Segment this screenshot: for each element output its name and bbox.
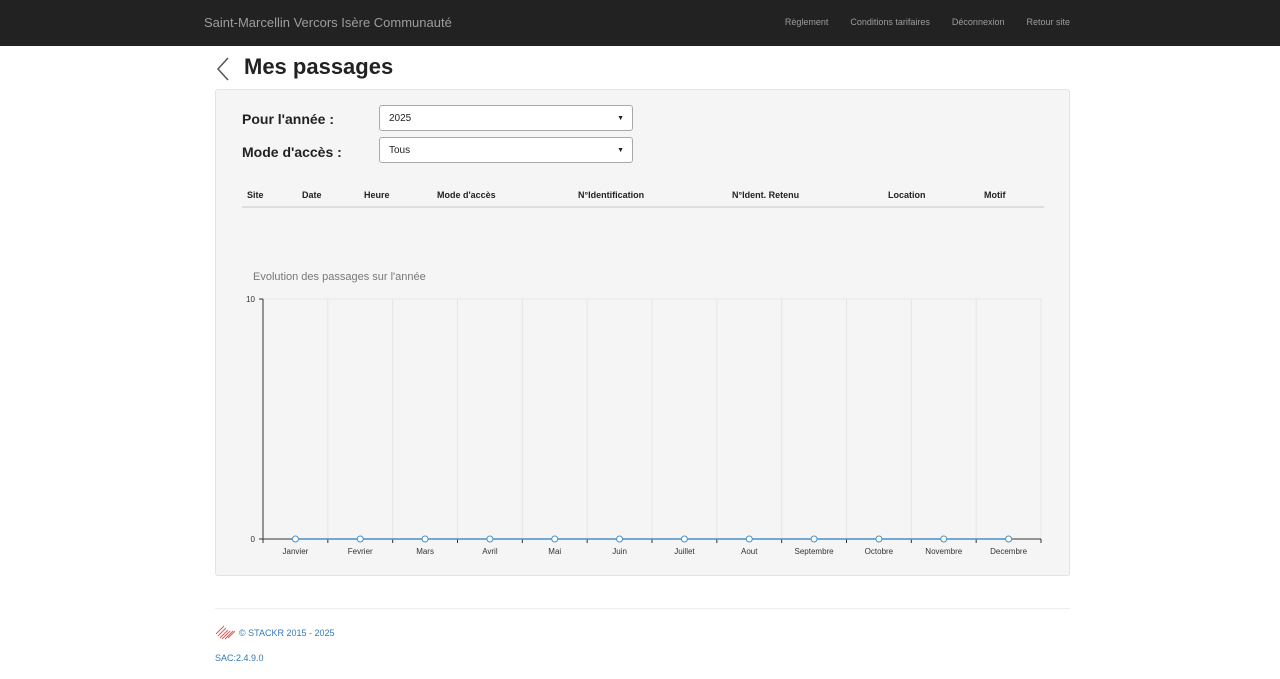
chart-x-tick-label: Avril: [482, 547, 498, 556]
chart-y-tick-label: 10: [246, 295, 255, 304]
mode-select[interactable]: Tous ▼: [379, 137, 633, 163]
chevron-left-icon[interactable]: [215, 56, 231, 82]
chart-data-point: [1005, 535, 1013, 543]
nav-link-reglement[interactable]: Règlement: [785, 17, 829, 27]
chart-data-point: [680, 535, 688, 543]
passages-panel: Pour l'année : 2025 ▼ Mode d'accès : Tou…: [215, 89, 1070, 576]
footer-divider: [215, 608, 1070, 609]
column-header-heure[interactable]: Heure: [364, 190, 390, 200]
brand-title[interactable]: Saint-Marcellin Vercors Isère Communauté: [204, 15, 452, 30]
nav-link-retour-site[interactable]: Retour site: [1026, 17, 1070, 27]
top-navbar: Saint-Marcellin Vercors Isère Communauté…: [0, 0, 1280, 46]
mode-select-value: Tous: [389, 145, 411, 156]
chart-data-point: [421, 535, 429, 543]
chart-x-tick-label: Septembre: [795, 547, 835, 556]
chart-data-point: [875, 535, 883, 543]
chart-x-tick-label: Decembre: [990, 547, 1027, 556]
mode-label: Mode d'accès :: [242, 144, 342, 160]
chart-title: Evolution des passages sur l'année: [253, 271, 426, 283]
nav-links: Règlement Conditions tarifaires Déconnex…: [763, 17, 1070, 27]
dropdown-caret-icon: ▼: [617, 115, 624, 122]
chart-y-tick-label: 0: [251, 535, 256, 544]
chart-x-tick-label: Mai: [548, 547, 561, 556]
column-header-date[interactable]: Date: [302, 190, 322, 200]
chart-data-point: [940, 535, 948, 543]
column-header-ident-retenu[interactable]: N°Ident. Retenu: [732, 190, 799, 200]
chart-x-tick-label: Fevrier: [348, 547, 373, 556]
footer-version: SAC:2.4.9.0: [215, 653, 264, 663]
column-header-identification[interactable]: N°Identification: [578, 190, 644, 200]
footer-copyright[interactable]: © STACKR 2015 - 2025: [239, 628, 335, 638]
chart-x-tick-label: Juillet: [674, 547, 695, 556]
chart-x-tick-label: Aout: [741, 547, 758, 556]
chart-x-tick-label: Janvier: [283, 547, 309, 556]
chart-data-point: [616, 535, 624, 543]
stackr-logo-icon: [215, 625, 236, 640]
chart-x-tick-label: Mars: [416, 547, 434, 556]
chart-data-point: [486, 535, 494, 543]
column-header-motif[interactable]: Motif: [984, 190, 1006, 200]
nav-link-deconnexion[interactable]: Déconnexion: [952, 17, 1005, 27]
chart-data-point: [551, 535, 559, 543]
column-header-mode-acces[interactable]: Mode d'accès: [437, 190, 496, 200]
chart-x-tick-label: Octobre: [865, 547, 894, 556]
chart-data-point: [810, 535, 818, 543]
column-header-site[interactable]: Site: [247, 190, 264, 200]
year-label: Pour l'année :: [242, 111, 335, 127]
nav-link-conditions-tarifaires[interactable]: Conditions tarifaires: [850, 17, 930, 27]
year-select-value: 2025: [389, 113, 412, 124]
dropdown-caret-icon: ▼: [617, 147, 624, 154]
chart-data-point: [356, 535, 364, 543]
year-select[interactable]: 2025 ▼: [379, 105, 633, 131]
passages-table-header: Site Date Heure Mode d'accès N°Identific…: [242, 186, 1044, 208]
page-title: Mes passages: [244, 54, 394, 79]
column-header-location[interactable]: Location: [888, 190, 926, 200]
chart-data-point: [745, 535, 753, 543]
chart-x-tick-label: Juin: [612, 547, 627, 556]
chart-x-tick-label: Novembre: [925, 547, 962, 556]
chart-data-point: [291, 535, 299, 543]
passages-line-chart: 0 10 Janvier Fevrier Mars Avril Mai Juin Juillet…: [246, 295, 1042, 556]
